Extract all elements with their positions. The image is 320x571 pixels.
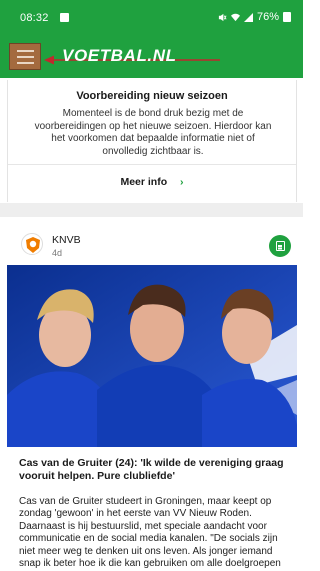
status-bar: 08:32 76% <box>0 0 303 34</box>
chevron-right-icon: › <box>180 176 184 188</box>
notification-icon <box>60 13 69 22</box>
feed-separator <box>0 203 303 217</box>
app-bar: VOETBAL.NL <box>0 34 303 78</box>
mute-icon <box>218 13 227 21</box>
more-info-label: Meer info <box>120 176 168 188</box>
wifi-icon <box>230 13 240 21</box>
notice-text: Momenteel is de bond druk bezig met de v… <box>34 108 272 157</box>
news-post-card[interactable]: KNVB 4d Cas van de Gruiter (24): 'Ik wil… <box>7 217 297 571</box>
divider <box>8 164 296 165</box>
post-body: Cas van de Gruiter studeert in Groningen… <box>19 496 281 570</box>
knvb-logo-icon <box>21 233 43 255</box>
post-author[interactable]: KNVB <box>52 234 81 246</box>
post-date: 4d <box>52 248 63 258</box>
status-time: 08:32 <box>20 12 49 24</box>
battery-percent: 76% <box>256 11 279 23</box>
signal-icon <box>243 12 253 22</box>
article-icon[interactable] <box>269 235 291 257</box>
notice-title: Voorbereiding nieuw seizoen <box>76 90 228 102</box>
post-image[interactable] <box>7 265 297 447</box>
hamburger-menu-icon[interactable] <box>9 43 41 70</box>
season-notice: Voorbereiding nieuw seizoen Momenteel is… <box>7 80 297 202</box>
status-icons: 76% <box>218 11 291 23</box>
app-logo[interactable]: VOETBAL.NL <box>62 46 177 66</box>
battery-icon <box>283 12 291 22</box>
post-headline[interactable]: Cas van de Gruiter (24): 'Ik wilde de ve… <box>19 457 291 483</box>
more-info-link[interactable]: Meer info › <box>8 176 296 188</box>
